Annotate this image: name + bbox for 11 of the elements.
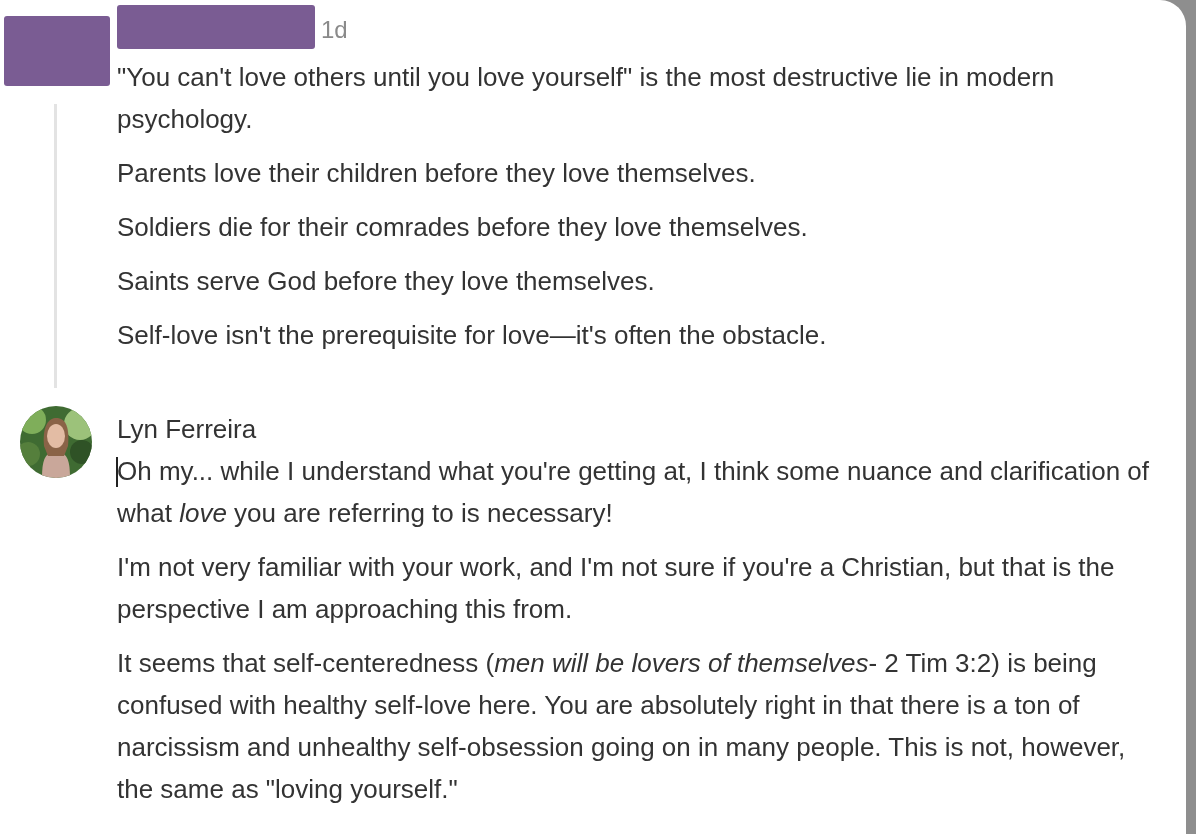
comment-paragraph: Oh my... while I understand what you're getting at, I think some nuance and clarification of what love you are referring to is necessary! [117,456,1150,528]
comment-paragraph: Self-love isn't the prerequisite for love—it's often the obstacle. [117,320,827,350]
author-name[interactable]: Lyn Ferreira [117,413,257,445]
timestamp: 1d [321,16,348,44]
comment-paragraph: Parents love their children before they love themselves. [117,158,756,188]
comment-paragraph: I'm not very familiar with your work, and I'm not sure if you're a Christian, but that is the perspective I am approaching this from. [117,552,1115,624]
comment-paragraph: It seems that self-centeredness (men will be lovers of themselves- 2 Tim 3:2) is being confused with healthy self-love here. You are absolutely right in that there is a ton of narcissism and unhealthy self-obsession going on in many people. This is not, however, the same as "loving yourself." [117,648,1126,804]
comment-paragraph: Saints serve God before they love themselves. [117,266,655,296]
comment-paragraph: "You can't love others until you love yourself" is the most destructive lie in modern psychology. [117,62,1055,134]
text-cursor [116,457,118,487]
comment-paragraph: Soldiers die for their comrades before they love themselves. [117,212,808,242]
